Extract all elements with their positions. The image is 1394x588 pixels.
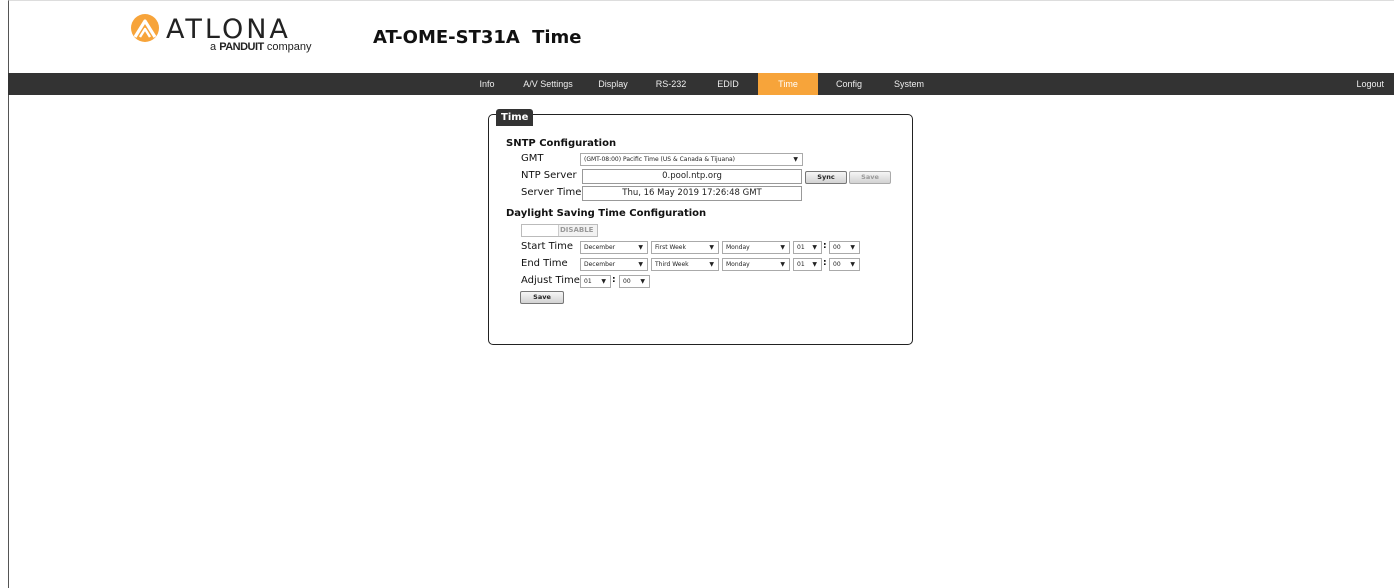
gmt-label: GMT — [521, 153, 544, 164]
sntp-section-title: SNTP Configuration — [506, 138, 617, 149]
chevron-down-icon: ▼ — [709, 261, 714, 268]
adjust-hour-value: 01 — [584, 278, 592, 285]
chevron-down-icon: ▼ — [780, 244, 785, 251]
end-week-value: Third Week — [655, 261, 689, 268]
nav-item-config[interactable]: Config — [826, 73, 872, 95]
end-time-label: End Time — [521, 258, 568, 269]
sync-button[interactable]: Sync — [805, 171, 847, 184]
page-title: AT-OME-ST31A Time — [373, 27, 582, 48]
start-hour-value: 01 — [797, 244, 805, 251]
gmt-select-value: (GMT-08:00) Pacific Time (US & Canada & … — [584, 156, 736, 163]
time-separator: : — [823, 258, 827, 268]
adjust-minute-value: 00 — [623, 278, 631, 285]
start-hour-select[interactable]: 01 ▼ — [793, 241, 822, 254]
chevron-down-icon: ▼ — [640, 278, 645, 285]
chevron-down-icon: ▼ — [793, 156, 798, 163]
server-time-field: Thu, 16 May 2019 17:26:48 GMT — [582, 186, 802, 201]
start-minute-value: 00 — [833, 244, 841, 251]
start-month-select[interactable]: December ▼ — [580, 241, 648, 254]
sntp-save-button[interactable]: Save — [849, 171, 891, 184]
nav-item-rs232[interactable]: RS-232 — [646, 73, 696, 95]
end-minute-value: 00 — [833, 261, 841, 268]
end-month-select[interactable]: December ▼ — [580, 258, 648, 271]
end-hour-select[interactable]: 01 ▼ — [793, 258, 822, 271]
server-time-label: Server Time — [521, 187, 582, 198]
nav-item-display[interactable]: Display — [588, 73, 638, 95]
brand-tagline: a PANDUIT company — [210, 41, 311, 53]
nav-item-info[interactable]: Info — [471, 73, 503, 95]
dst-section-title: Daylight Saving Time Configuration — [506, 208, 707, 219]
nav-item-time[interactable]: Time — [758, 73, 818, 95]
chevron-down-icon: ▼ — [812, 261, 817, 268]
start-week-select[interactable]: First Week ▼ — [651, 241, 719, 254]
chevron-down-icon: ▼ — [638, 244, 643, 251]
chevron-down-icon: ▼ — [812, 244, 817, 251]
end-day-value: Monday — [726, 261, 750, 268]
logout-link[interactable]: Logout — [1356, 73, 1384, 95]
tagline-suffix: company — [266, 41, 312, 53]
start-day-value: Monday — [726, 244, 750, 251]
chevron-down-icon: ▼ — [638, 261, 643, 268]
adjust-hour-select[interactable]: 01 ▼ — [580, 275, 611, 288]
nav-bar: Info A/V Settings Display RS-232 EDID Ti… — [8, 73, 1394, 95]
end-week-select[interactable]: Third Week ▼ — [651, 258, 719, 271]
toggle-state-label: DISABLE — [560, 226, 594, 234]
time-separator: : — [612, 275, 616, 285]
panel-tab-time: Time — [496, 109, 534, 126]
nav-item-edid[interactable]: EDID — [708, 73, 748, 95]
atlona-logo-icon — [131, 14, 159, 42]
gmt-select[interactable]: (GMT-08:00) Pacific Time (US & Canada & … — [580, 153, 803, 166]
chevron-down-icon: ▼ — [850, 244, 855, 251]
nav-item-system[interactable]: System — [884, 73, 934, 95]
ntp-server-label: NTP Server — [521, 170, 577, 181]
dst-save-button[interactable]: Save — [520, 291, 564, 304]
chevron-down-icon: ▼ — [850, 261, 855, 268]
tagline-brand: PANDUIT — [219, 41, 264, 53]
ntp-server-input[interactable]: 0.pool.ntp.org — [582, 169, 802, 184]
tagline-prefix: a — [210, 41, 217, 53]
end-hour-value: 01 — [797, 261, 805, 268]
start-minute-select[interactable]: 00 ▼ — [829, 241, 860, 254]
end-month-value: December — [584, 261, 616, 268]
time-separator: : — [823, 241, 827, 251]
end-day-select[interactable]: Monday ▼ — [722, 258, 790, 271]
chevron-down-icon: ▼ — [709, 244, 714, 251]
start-week-value: First Week — [655, 244, 686, 251]
chevron-down-icon: ▼ — [780, 261, 785, 268]
dst-toggle[interactable]: DISABLE — [521, 224, 598, 237]
header: ATLONA a PANDUIT company AT-OME-ST31A Ti… — [0, 0, 1394, 72]
nav-item-av-settings[interactable]: A/V Settings — [518, 73, 578, 95]
chevron-down-icon: ▼ — [601, 278, 606, 285]
start-time-label: Start Time — [521, 241, 574, 252]
adjust-time-label: Adjust Time — [521, 275, 580, 286]
adjust-minute-select[interactable]: 00 ▼ — [619, 275, 650, 288]
end-minute-select[interactable]: 00 ▼ — [829, 258, 860, 271]
start-day-select[interactable]: Monday ▼ — [722, 241, 790, 254]
start-month-value: December — [584, 244, 616, 251]
toggle-knob — [522, 225, 559, 236]
